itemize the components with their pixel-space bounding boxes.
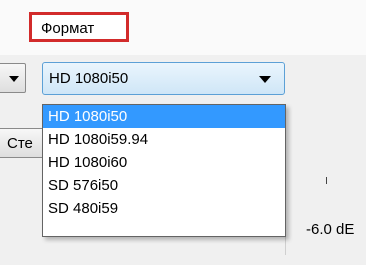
format-combobox[interactable]: HD 1080i50 [42, 62, 285, 95]
format-combobox-value: HD 1080i50 [49, 70, 129, 87]
left-dropdown[interactable] [0, 63, 26, 93]
slider-value-label: -6.0 dE [306, 221, 355, 238]
left-button-label: Сте [7, 135, 33, 152]
dropdown-option[interactable]: HD 1080i60 [43, 151, 285, 174]
dropdown-option[interactable]: SD 480i59 [43, 197, 285, 220]
chevron-down-icon[interactable] [259, 76, 271, 83]
dropdown-option[interactable]: HD 1080i50 [43, 105, 285, 128]
dropdown-option[interactable]: HD 1080i59.94 [43, 128, 285, 151]
chevron-down-icon [9, 76, 19, 82]
slider-tick [326, 177, 327, 184]
format-dropdown-list[interactable]: HD 1080i50 HD 1080i59.94 HD 1080i60 SD 5… [42, 104, 286, 237]
dropdown-option[interactable]: SD 576i50 [43, 174, 285, 197]
format-section-label: Формат [29, 12, 129, 42]
format-section-title: Формат [41, 20, 95, 37]
